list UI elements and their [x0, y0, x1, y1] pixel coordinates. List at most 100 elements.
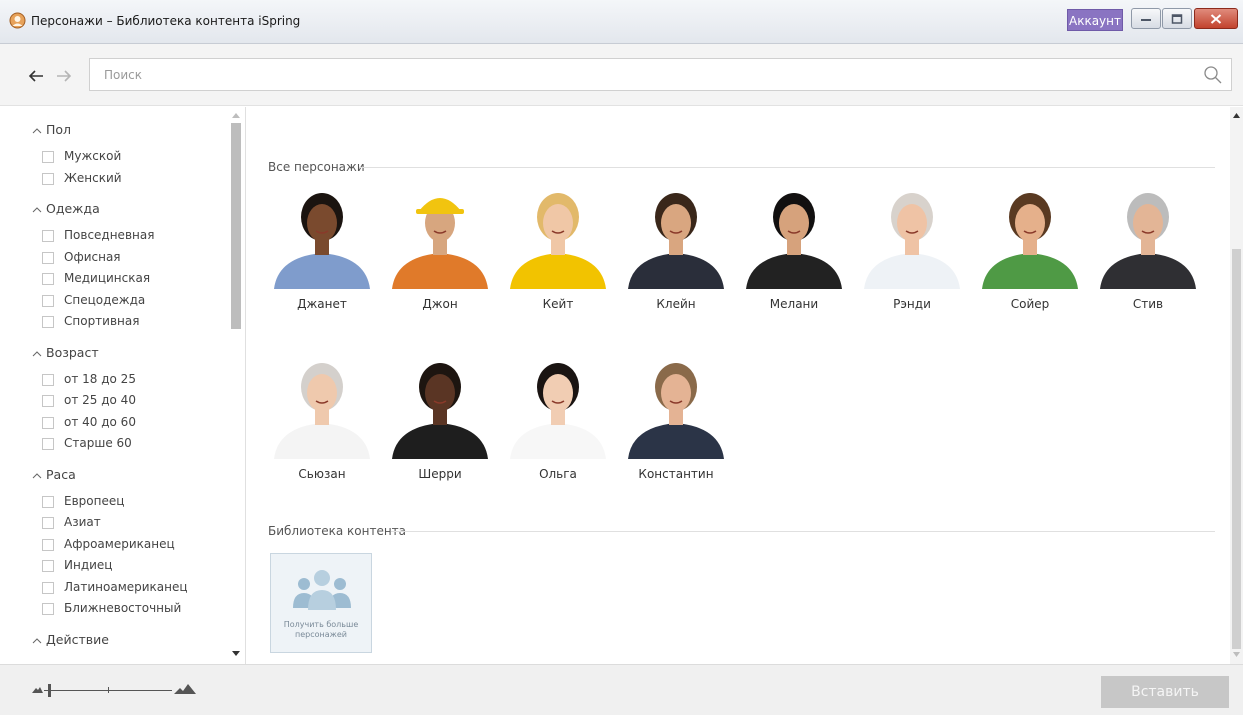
scroll-down-icon[interactable]: [1233, 652, 1240, 657]
character-name: Рэнди: [893, 297, 931, 311]
character-portrait: [388, 187, 492, 289]
character-portrait: [388, 357, 492, 459]
character-tile[interactable]: Джанет: [270, 187, 374, 317]
search-input[interactable]: [90, 59, 1190, 90]
insert-button[interactable]: Вставить: [1101, 676, 1229, 708]
content-scroll-thumb[interactable]: [1232, 249, 1241, 649]
navigation-bar: [0, 44, 1243, 106]
character-tile[interactable]: Ольга: [506, 357, 610, 487]
arrow-right-icon[interactable]: [54, 66, 74, 86]
filter-checkbox[interactable]: [42, 517, 54, 529]
filter-checkbox[interactable]: [42, 273, 54, 285]
filter-option-label: Афроамериканец: [64, 536, 175, 551]
character-portrait: [742, 187, 846, 289]
filter-group-label: Возраст: [46, 344, 99, 360]
filter-checkbox[interactable]: [42, 172, 54, 185]
content-area: Все персонажи Джанет Джон Кейт Клейн Мелани Р…: [247, 107, 1229, 664]
filter-checkbox[interactable]: [42, 603, 54, 615]
filter-checkbox[interactable]: [42, 416, 54, 429]
window-title: Персонажи – Библиотека контента iSpring: [31, 14, 301, 28]
character-portrait: [506, 187, 610, 289]
bottom-bar: Вставить: [0, 664, 1243, 715]
filter-group-title[interactable]: Раса: [32, 467, 76, 482]
filter-checkbox[interactable]: [42, 230, 54, 242]
character-name: Константин: [638, 467, 714, 481]
chevron-up-icon: [32, 128, 42, 134]
character-tile[interactable]: Сьюзан: [270, 357, 374, 487]
character-name: Стив: [1132, 297, 1164, 311]
section-divider: [391, 531, 1215, 532]
zoom-slider-thumb: [48, 684, 51, 697]
get-more-characters-label: Получить больше персонажей: [283, 620, 359, 639]
filter-checkbox[interactable]: [42, 538, 54, 551]
filter-checkbox[interactable]: [42, 294, 54, 307]
character-tile[interactable]: Константин: [624, 357, 728, 487]
filter-checkbox[interactable]: [42, 395, 54, 407]
filter-checkbox[interactable]: [42, 581, 54, 594]
filter-option-label: Азиат: [64, 515, 101, 529]
section-title-content-library: Библиотека контента: [268, 524, 407, 538]
section-title-all-characters: Все персонажи: [268, 160, 365, 174]
close-icon: [1210, 13, 1222, 24]
filter-group-title[interactable]: Одежда: [32, 201, 100, 216]
filter-checkbox[interactable]: [42, 251, 54, 264]
chevron-up-icon: [32, 350, 42, 356]
content-scrollbar[interactable]: [1230, 107, 1243, 664]
maximize-button[interactable]: [1162, 8, 1192, 29]
character-name: Джанет: [297, 297, 347, 311]
chevron-up-icon: [32, 207, 42, 213]
filter-group-title[interactable]: Пол: [32, 122, 71, 137]
character-portrait: [860, 187, 964, 289]
filter-checkbox[interactable]: [42, 373, 54, 386]
character-portrait: [624, 357, 728, 459]
title-bar: Персонажи – Библиотека контента iSpring …: [0, 0, 1243, 44]
filter-checkbox[interactable]: [42, 560, 54, 572]
character-tile[interactable]: Мелани: [742, 187, 846, 317]
filter-group-label: Пол: [46, 122, 72, 137]
filter-option-label: Старше 60: [64, 436, 132, 450]
filter-checkbox[interactable]: [42, 495, 54, 508]
character-portrait: [270, 357, 374, 459]
zoom-slider[interactable]: [32, 679, 202, 699]
chevron-up-icon: [32, 637, 42, 643]
character-name: Ольга: [539, 467, 577, 481]
character-tile[interactable]: Кейт: [506, 187, 610, 317]
character-name: Сойер: [1010, 297, 1050, 311]
mountain-large-icon: [174, 684, 196, 694]
filter-group-title[interactable]: Действие: [32, 632, 109, 647]
character-tile[interactable]: Рэнди: [860, 187, 964, 317]
arrow-left-icon[interactable]: [26, 66, 46, 86]
filter-list: Пол Мужской Женский Одежда Повседневная Офисн…: [0, 107, 228, 664]
filter-checkbox[interactable]: [42, 316, 54, 328]
sidebar-scrollbar[interactable]: [229, 107, 243, 664]
character-tile[interactable]: Джон: [388, 187, 492, 317]
character-name: Джон: [422, 297, 458, 311]
chevron-up-icon: [32, 472, 42, 478]
filter-checkbox[interactable]: [42, 151, 54, 163]
character-tile[interactable]: Сойер: [978, 187, 1082, 317]
character-portrait: [978, 187, 1082, 289]
filter-checkbox[interactable]: [42, 438, 54, 450]
account-button[interactable]: Аккаунт: [1067, 9, 1123, 31]
section-divider: [359, 167, 1215, 168]
scroll-up-icon[interactable]: [1233, 113, 1240, 118]
close-button[interactable]: [1194, 8, 1238, 29]
character-tile[interactable]: Стив: [1096, 187, 1200, 317]
get-more-characters-tile[interactable]: Получить больше персонажей: [270, 553, 372, 653]
search-icon[interactable]: [1203, 65, 1223, 85]
scroll-down-icon[interactable]: [232, 651, 240, 657]
filter-option-label: от 40 до 60: [64, 414, 136, 429]
character-tile[interactable]: Шерри: [388, 357, 492, 487]
scroll-up-icon[interactable]: [232, 112, 240, 118]
filter-group-label: Раса: [46, 466, 76, 482]
maximize-icon: [1171, 13, 1183, 24]
character-tile[interactable]: Клейн: [624, 187, 728, 317]
sidebar-scroll-thumb[interactable]: [231, 123, 241, 329]
filter-option-label: Ближневосточный: [64, 601, 182, 615]
filter-option-label: Латиноамериканец: [64, 579, 188, 594]
filter-group-label: Одежда: [46, 201, 100, 216]
minimize-button[interactable]: [1131, 8, 1161, 29]
people-group-icon: [293, 570, 351, 610]
filter-group-title[interactable]: Возраст: [32, 345, 99, 360]
character-portrait: [624, 187, 728, 289]
